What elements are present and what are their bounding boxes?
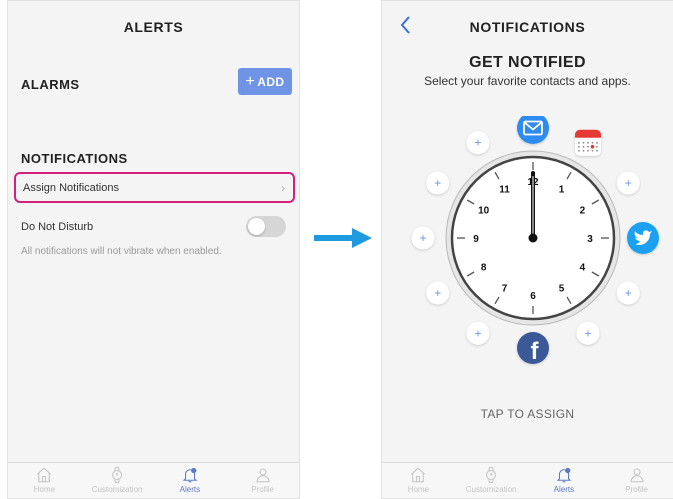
tab-alerts-label: Alerts	[179, 485, 201, 494]
chevron-right-icon: ›	[281, 181, 285, 195]
add-contact-slot[interactable]: +	[411, 226, 435, 250]
tab-profile[interactable]: Profile	[226, 463, 299, 498]
tap-to-assign-label: TAP TO ASSIGN	[480, 407, 575, 421]
facebook-icon: f	[517, 332, 549, 365]
add-button-label: ADD	[257, 74, 285, 89]
bell-icon	[556, 467, 572, 483]
add-contact-slot[interactable]: +	[616, 171, 640, 195]
alerts-title: ALERTS	[123, 19, 184, 35]
clock-number: 6	[530, 291, 536, 302]
tab-home-label: Home	[33, 485, 56, 494]
plus-icon: +	[245, 72, 256, 90]
clock-number: 11	[499, 185, 510, 196]
clock-number: 9	[473, 234, 479, 245]
tab-home-label: Home	[407, 485, 430, 494]
twitter-app-slot[interactable]	[627, 222, 659, 254]
add-contact-slot[interactable]: +	[576, 321, 600, 345]
notifications-label: NOTIFICATIONS	[21, 151, 128, 166]
plus-icon: +	[625, 176, 632, 190]
clock-number: 10	[478, 206, 490, 217]
tab-customization[interactable]: Customization	[455, 463, 528, 498]
get-notified-headline: GET NOTIFIED	[469, 54, 586, 71]
plus-icon: +	[474, 326, 481, 340]
alarms-label: ALARMS	[21, 77, 80, 92]
facebook-app-slot[interactable]: f	[517, 332, 549, 365]
add-alarm-button[interactable]: + ADD	[238, 68, 292, 95]
do-not-disturb-description: All notifications will not vibrate when …	[21, 246, 222, 257]
plus-icon: +	[474, 136, 481, 150]
add-contact-slot[interactable]: +	[466, 321, 490, 345]
person-icon	[630, 468, 644, 483]
arrow-right-icon	[314, 228, 372, 248]
bell-icon	[182, 467, 198, 483]
calendar-icon	[575, 129, 601, 156]
clock-assignment-area: ++++++++f 121234567891011	[411, 116, 659, 365]
tab-customization[interactable]: Customization	[81, 463, 154, 498]
tab-bar: Home Customization Alerts Profile	[382, 462, 673, 498]
notifications-title: NOTIFICATIONS	[469, 19, 586, 35]
watch-icon	[486, 466, 497, 484]
calendar-app-slot[interactable]	[575, 129, 601, 156]
plus-icon: +	[584, 326, 591, 340]
plus-icon: +	[434, 286, 441, 300]
home-icon	[411, 467, 426, 483]
plus-icon: +	[419, 231, 426, 245]
tab-customization-label: Customization	[91, 485, 143, 494]
clock-number: 4	[580, 263, 586, 274]
clock-number: 2	[580, 206, 586, 217]
clock-number: 5	[559, 283, 565, 294]
clock-number: 7	[502, 283, 508, 294]
alerts-screen: ALERTS ALARMS + ADD NOTIFICATIONS Assign…	[7, 0, 300, 499]
notifications-screen: NOTIFICATIONS GET NOTIFIED Select your f…	[381, 0, 673, 499]
mail-app-slot[interactable]	[517, 116, 549, 144]
clock-number: 3	[587, 234, 593, 245]
assign-notifications-row[interactable]: Assign Notifications ›	[14, 172, 295, 203]
tab-customization-label: Customization	[465, 485, 517, 494]
tab-alerts[interactable]: Alerts	[528, 463, 601, 498]
do-not-disturb-toggle[interactable]	[246, 216, 286, 237]
add-contact-slot[interactable]: +	[466, 131, 490, 155]
toggle-knob	[248, 218, 265, 235]
tab-home[interactable]: Home	[382, 463, 455, 498]
person-icon	[256, 468, 270, 483]
svg-text:f: f	[531, 338, 540, 365]
tab-profile-label: Profile	[625, 485, 648, 494]
twitter-icon	[627, 222, 659, 254]
tab-alerts-label: Alerts	[553, 485, 575, 494]
assign-notifications-label: Assign Notifications	[23, 181, 119, 194]
add-contact-slot[interactable]: +	[426, 281, 450, 305]
get-notified-subline: Select your favorite contacts and apps.	[424, 74, 631, 88]
do-not-disturb-label: Do Not Disturb	[21, 221, 94, 233]
plus-icon: +	[434, 176, 441, 190]
tab-profile-label: Profile	[251, 485, 274, 494]
mail-icon	[517, 116, 549, 144]
tab-bar: Home Customization Alerts Profile	[8, 462, 299, 498]
plus-icon: +	[625, 286, 632, 300]
add-contact-slot[interactable]: +	[426, 171, 450, 195]
add-contact-slot[interactable]: +	[616, 281, 640, 305]
clock-center-pin	[528, 233, 538, 243]
tab-home[interactable]: Home	[8, 463, 81, 498]
clock-number: 8	[481, 263, 487, 274]
tab-profile[interactable]: Profile	[600, 463, 673, 498]
tab-alerts[interactable]: Alerts	[154, 463, 227, 498]
watch-icon	[112, 466, 123, 484]
clock-number: 1	[559, 185, 565, 196]
home-icon	[37, 467, 52, 483]
